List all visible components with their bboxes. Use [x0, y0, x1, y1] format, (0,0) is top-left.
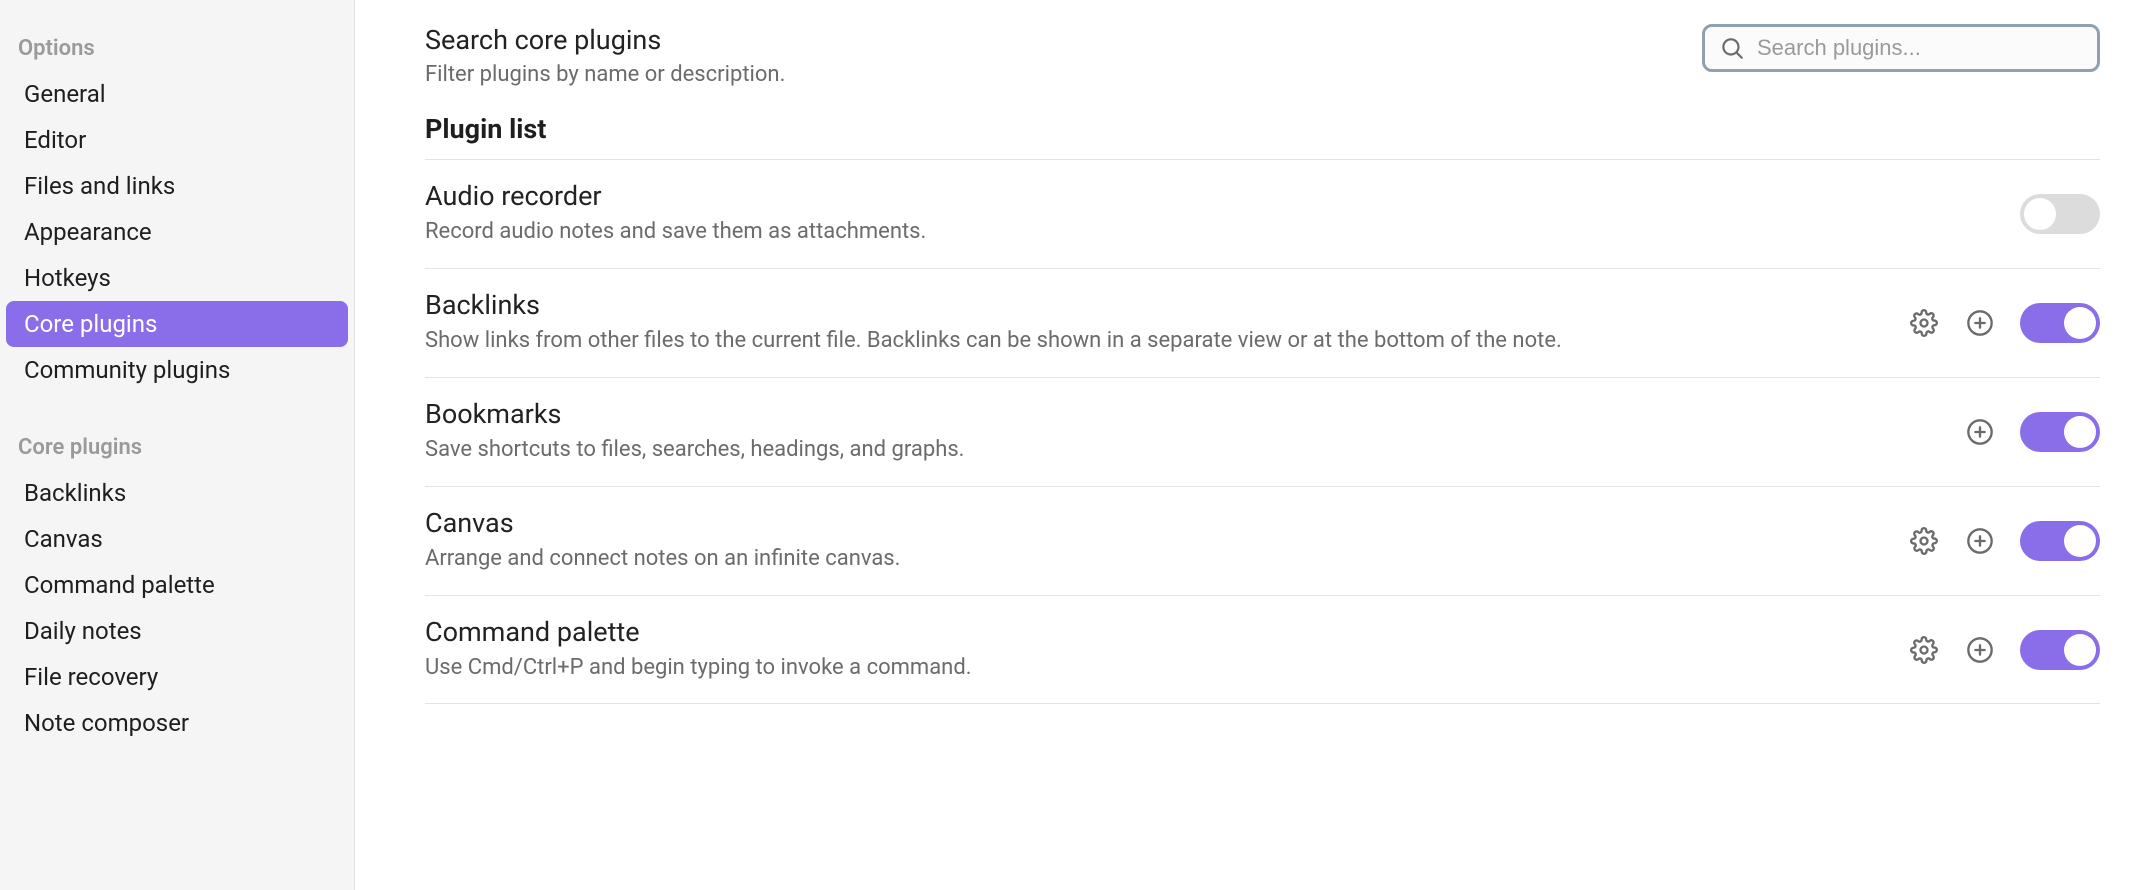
sidebar-item-core-plugins[interactable]: Core plugins: [6, 301, 348, 347]
main-content: Search core plugins Filter plugins by na…: [355, 0, 2140, 890]
sidebar: Options General Editor Files and links A…: [0, 0, 355, 890]
search-icon: [1719, 35, 1745, 61]
gear-icon[interactable]: [1908, 307, 1940, 339]
sidebar-item-daily-notes[interactable]: Daily notes: [6, 608, 348, 654]
plugin-description: Record audio notes and save them as atta…: [425, 216, 1980, 248]
plus-circle-icon[interactable]: [1964, 416, 1996, 448]
search-row: Search core plugins Filter plugins by na…: [425, 24, 2100, 87]
sidebar-section-header-core-plugins: Core plugins: [0, 427, 354, 470]
sidebar-item-canvas[interactable]: Canvas: [6, 516, 348, 562]
plugin-row-backlinks: Backlinks Show links from other files to…: [425, 269, 2100, 378]
sidebar-item-file-recovery[interactable]: File recovery: [6, 654, 348, 700]
plugin-list-heading: Plugin list: [425, 113, 2100, 145]
sidebar-item-backlinks[interactable]: Backlinks: [6, 470, 348, 516]
sidebar-item-hotkeys[interactable]: Hotkeys: [6, 255, 348, 301]
search-input[interactable]: [1757, 35, 2083, 61]
plugin-description: Save shortcuts to files, searches, headi…: [425, 434, 1924, 466]
plugin-toggle[interactable]: [2020, 194, 2100, 234]
plus-circle-icon[interactable]: [1964, 634, 1996, 666]
plugin-row-audio-recorder: Audio recorder Record audio notes and sa…: [425, 160, 2100, 269]
sidebar-section-header-options: Options: [0, 28, 354, 71]
plugin-row-command-palette: Command palette Use Cmd/Ctrl+P and begin…: [425, 596, 2100, 705]
plugin-name: Audio recorder: [425, 180, 1980, 212]
plugin-description: Arrange and connect notes on an infinite…: [425, 543, 1868, 575]
sidebar-item-files-and-links[interactable]: Files and links: [6, 163, 348, 209]
plugin-name: Backlinks: [425, 289, 1868, 321]
plugin-description: Show links from other files to the curre…: [425, 325, 1868, 357]
sidebar-item-editor[interactable]: Editor: [6, 117, 348, 163]
search-input-container[interactable]: [1702, 24, 2100, 72]
sidebar-item-appearance[interactable]: Appearance: [6, 209, 348, 255]
plus-circle-icon[interactable]: [1964, 525, 1996, 557]
plugin-name: Canvas: [425, 507, 1868, 539]
plugin-toggle[interactable]: [2020, 521, 2100, 561]
plugin-toggle[interactable]: [2020, 630, 2100, 670]
plugin-toggle[interactable]: [2020, 303, 2100, 343]
sidebar-item-command-palette[interactable]: Command palette: [6, 562, 348, 608]
sidebar-item-general[interactable]: General: [6, 71, 348, 117]
plugin-toggle[interactable]: [2020, 412, 2100, 452]
plugin-description: Use Cmd/Ctrl+P and begin typing to invok…: [425, 652, 1868, 684]
plugin-row-canvas: Canvas Arrange and connect notes on an i…: [425, 487, 2100, 596]
gear-icon[interactable]: [1908, 525, 1940, 557]
plugin-name: Command palette: [425, 616, 1868, 648]
search-description: Filter plugins by name or description.: [425, 62, 1702, 87]
plus-circle-icon[interactable]: [1964, 307, 1996, 339]
search-title: Search core plugins: [425, 24, 1702, 56]
gear-icon[interactable]: [1908, 634, 1940, 666]
plugin-name: Bookmarks: [425, 398, 1924, 430]
sidebar-item-community-plugins[interactable]: Community plugins: [6, 347, 348, 393]
sidebar-item-note-composer[interactable]: Note composer: [6, 700, 348, 746]
plugin-row-bookmarks: Bookmarks Save shortcuts to files, searc…: [425, 378, 2100, 487]
